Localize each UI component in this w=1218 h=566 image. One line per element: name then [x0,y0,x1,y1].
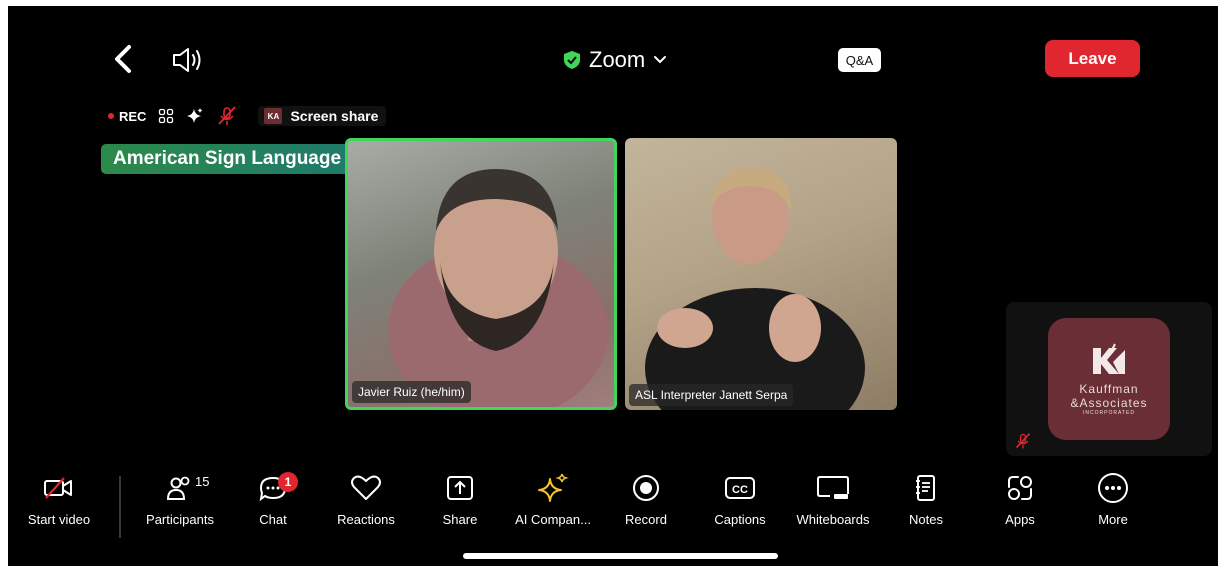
ka-logo-icon [1093,343,1125,374]
sparkle-icon [538,473,569,502]
heart-icon [351,475,381,500]
recording-indicator[interactable]: REC [108,109,146,124]
ai-companion-button[interactable]: AI Compan... [503,468,603,540]
participant-video [645,168,865,410]
logo-text-line1: Kauffman [1079,382,1139,396]
speaker-icon [173,48,201,72]
video-tile-janett[interactable]: ASL Interpreter Janett Serpa [625,138,897,410]
toolbar-label: Notes [909,512,943,527]
reactions-button[interactable]: Reactions [316,468,416,540]
company-logo-icon: KA [264,108,283,124]
chat-unread-badge: 1 [278,472,298,492]
record-dot-icon [108,113,114,119]
gallery-grid-icon[interactable] [158,108,174,124]
toolbar-label: Share [442,512,478,527]
apps-button[interactable]: Apps [970,468,1070,540]
meeting-title: Zoom [589,47,646,72]
toolbar-label: Participants [146,512,214,527]
meeting-title-dropdown[interactable]: Zoom [563,44,667,76]
interpretation-language-badge[interactable]: American Sign Language [101,144,354,174]
chevron-down-icon [654,56,667,64]
chat-button[interactable]: 1 Chat [223,468,323,540]
participant-name-tag: Javier Ruiz (he/him) [352,381,471,403]
zoom-meeting-screen: Zoom Q&A Leave REC KA Screen share Ameri… [8,6,1218,566]
captions-button[interactable]: CC Captions [690,468,790,540]
notes-icon [916,475,935,501]
toolbar-label: Apps [1005,512,1035,527]
toolbar-label: Record [625,512,667,527]
logo-text-line3: INCORPORATED [1083,410,1135,416]
speaker-button[interactable] [168,44,208,76]
whiteboard-icon [817,476,849,499]
svg-text:CC: CC [732,484,748,496]
self-view-tile[interactable]: Kauffman &Associates INCORPORATED [1006,302,1212,456]
meeting-toolbar: Start video 15 Participants 1 Chat React… [8,468,1218,540]
notes-button[interactable]: Notes [876,468,976,540]
screen-share-label: Screen share [290,108,379,124]
screen-share-indicator[interactable]: KA Screen share [258,106,387,126]
video-tile-javier[interactable]: Javier Ruiz (he/him) [345,138,617,410]
toolbar-label: Captions [714,512,766,527]
record-icon [633,475,659,501]
share-button[interactable]: Share [410,468,510,540]
leave-button[interactable]: Leave [1045,40,1140,77]
captions-icon: CC [725,477,755,499]
company-logo: Kauffman &Associates INCORPORATED [1048,318,1170,440]
chevron-left-icon [115,45,131,73]
status-row: REC KA Screen share [108,104,387,128]
participant-name-tag: ASL Interpreter Janett Serpa [629,384,794,406]
share-icon [447,476,473,500]
participant-count: 15 [195,474,210,489]
start-video-button[interactable]: Start video [9,468,109,540]
home-indicator[interactable] [463,553,778,559]
mic-muted-icon[interactable] [216,106,238,126]
more-button[interactable]: More [1063,468,1163,540]
participants-icon [166,476,190,500]
toolbar-divider [119,476,121,538]
apps-icon [1008,476,1032,500]
participants-button[interactable]: 15 Participants [130,468,230,540]
mic-muted-icon [1015,433,1031,449]
video-off-icon [44,477,72,499]
whiteboards-button[interactable]: Whiteboards [783,468,883,540]
toolbar-label: Whiteboards [796,512,870,527]
qa-button[interactable]: Q&A [838,48,881,72]
rec-label: REC [119,108,147,124]
toolbar-label: AI Compan... [515,512,591,527]
toolbar-label: More [1098,512,1128,527]
more-icon [1098,473,1128,503]
shield-check-icon [564,51,580,69]
back-button[interactable] [108,42,138,76]
toolbar-label: Start video [27,512,91,527]
toolbar-label: Chat [259,512,287,527]
record-button[interactable]: Record [596,468,696,540]
toolbar-label: Reactions [337,512,395,527]
logo-text-line2: &Associates [1070,396,1148,410]
ai-sparkle-icon[interactable] [186,107,204,125]
participant-video [388,169,608,407]
